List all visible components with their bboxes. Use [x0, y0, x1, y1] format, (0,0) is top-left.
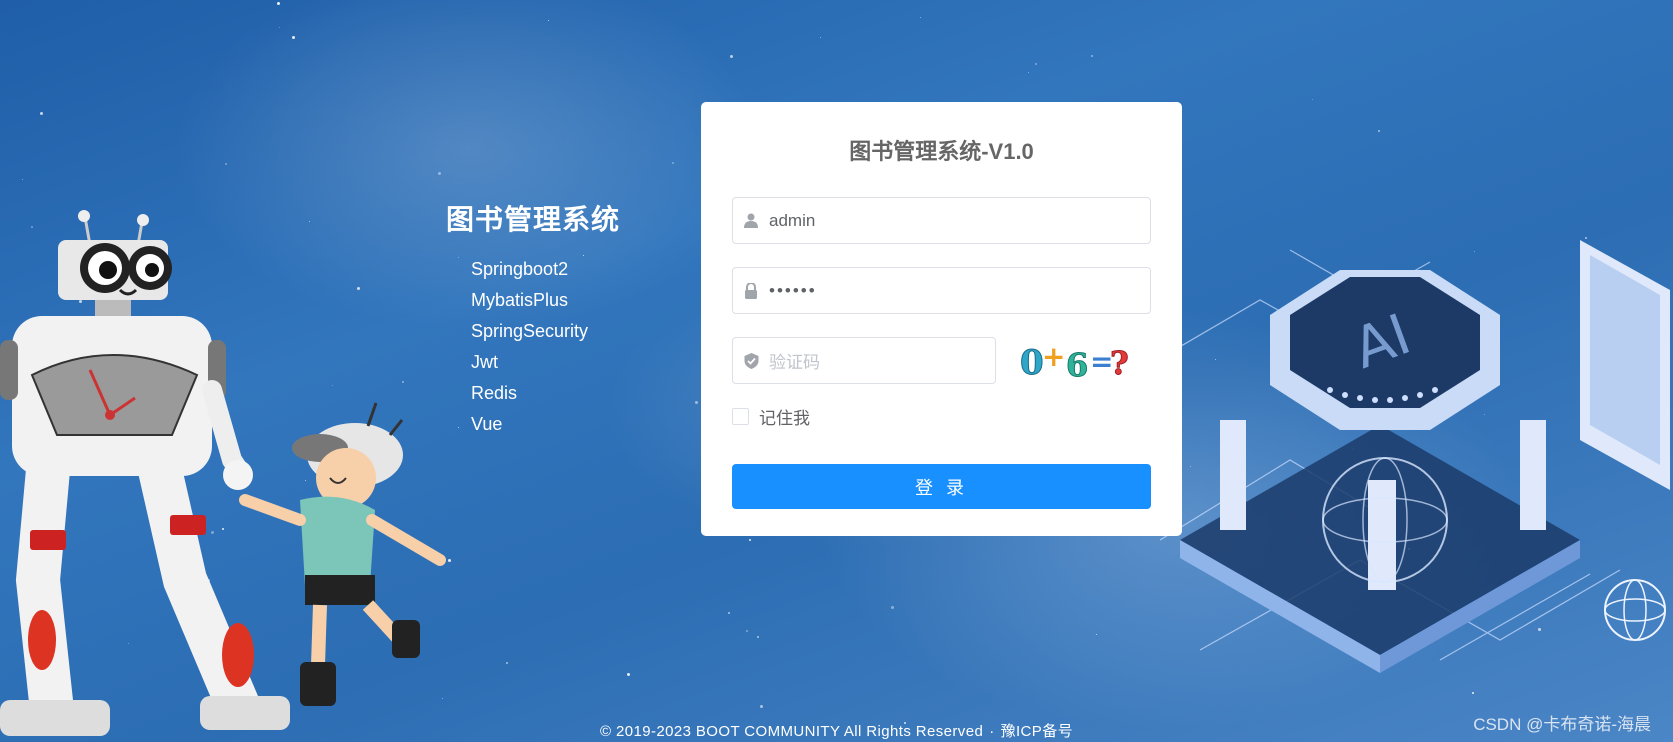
star-dot	[920, 17, 921, 18]
lock-icon	[733, 282, 769, 299]
star-dot	[279, 27, 280, 28]
login-button[interactable]: 登 录	[732, 464, 1151, 509]
tech-stack-list: Springboot2 MybatisPlus SpringSecurity J…	[446, 254, 620, 440]
ai-chip-illustration: AI	[1140, 240, 1670, 673]
captcha-image[interactable]: 0 + 6 = ?	[1016, 338, 1130, 384]
user-icon	[733, 213, 769, 228]
login-card: 图书管理系统-V1.0 admin •••••• 验证码 0 + 6 = ? 记…	[701, 102, 1182, 536]
star-dot	[746, 630, 748, 632]
star-dot	[1035, 63, 1037, 65]
star-dot	[1091, 55, 1093, 57]
star-dot	[749, 539, 751, 541]
star-dot	[277, 2, 280, 5]
star-dot	[1378, 130, 1380, 132]
captcha-field[interactable]: 验证码	[732, 337, 996, 384]
tech-stack-item: Vue	[471, 414, 503, 434]
star-dot	[760, 705, 763, 708]
star-dot	[730, 55, 733, 58]
captcha-placeholder: 验证码	[769, 353, 820, 372]
footer: © 2019-2023 BOOT COMMUNITY All Rights Re…	[0, 720, 1673, 741]
star-dot	[728, 612, 730, 614]
star-dot	[695, 401, 698, 404]
star-dot	[40, 112, 43, 115]
password-field[interactable]: ••••••	[732, 267, 1151, 314]
tech-stack-item: Jwt	[471, 352, 498, 372]
icp-link[interactable]: 豫ICP备号	[1001, 723, 1073, 740]
star-dot	[438, 172, 441, 175]
svg-text:6: 6	[1066, 346, 1088, 384]
star-dot	[548, 20, 549, 21]
star-dot	[757, 636, 759, 638]
username-field[interactable]: admin	[732, 197, 1151, 244]
svg-text:0: 0	[1020, 343, 1044, 383]
star-dot	[1096, 634, 1097, 635]
star-dot	[22, 179, 23, 180]
star-dot	[672, 162, 674, 164]
svg-text:?: ?	[1110, 344, 1129, 382]
star-dot	[1312, 99, 1313, 100]
tech-stack-item: MybatisPlus	[471, 290, 569, 310]
star-dot	[891, 606, 894, 609]
star-dot	[225, 163, 227, 165]
intro-panel: 图书管理系统 Springboot2 MybatisPlus SpringSec…	[446, 198, 620, 440]
star-dot	[627, 673, 630, 676]
tech-stack-item: SpringSecurity	[471, 321, 589, 341]
password-value: ••••••	[769, 280, 817, 300]
star-dot	[820, 37, 821, 38]
username-value: admin	[769, 210, 816, 230]
remember-me[interactable]: 记住我	[732, 404, 810, 429]
star-dot	[506, 662, 508, 664]
star-dot	[292, 36, 295, 39]
remember-me-label: 记住我	[759, 409, 810, 428]
star-dot	[1472, 692, 1474, 694]
login-title: 图书管理系统-V1.0	[849, 139, 1034, 164]
copyright-text: © 2019-2023 BOOT COMMUNITY All Rights Re…	[599, 723, 984, 740]
remember-me-checkbox[interactable]	[732, 408, 749, 425]
shield-check-icon	[733, 352, 769, 369]
captcha-graphic: 0 + 6 = ?	[1020, 340, 1130, 384]
intro-title: 图书管理系统	[446, 204, 621, 235]
footer-separator: ·	[989, 723, 995, 740]
tech-stack-item: Redis	[471, 383, 518, 403]
star-dot	[1028, 72, 1029, 73]
tech-stack-item: Springboot2	[471, 259, 569, 279]
watermark: CSDN @卡布奇诺-海晨	[1473, 715, 1651, 734]
robot-kid-illustration	[0, 210, 446, 736]
svg-text:+: +	[1042, 340, 1065, 373]
